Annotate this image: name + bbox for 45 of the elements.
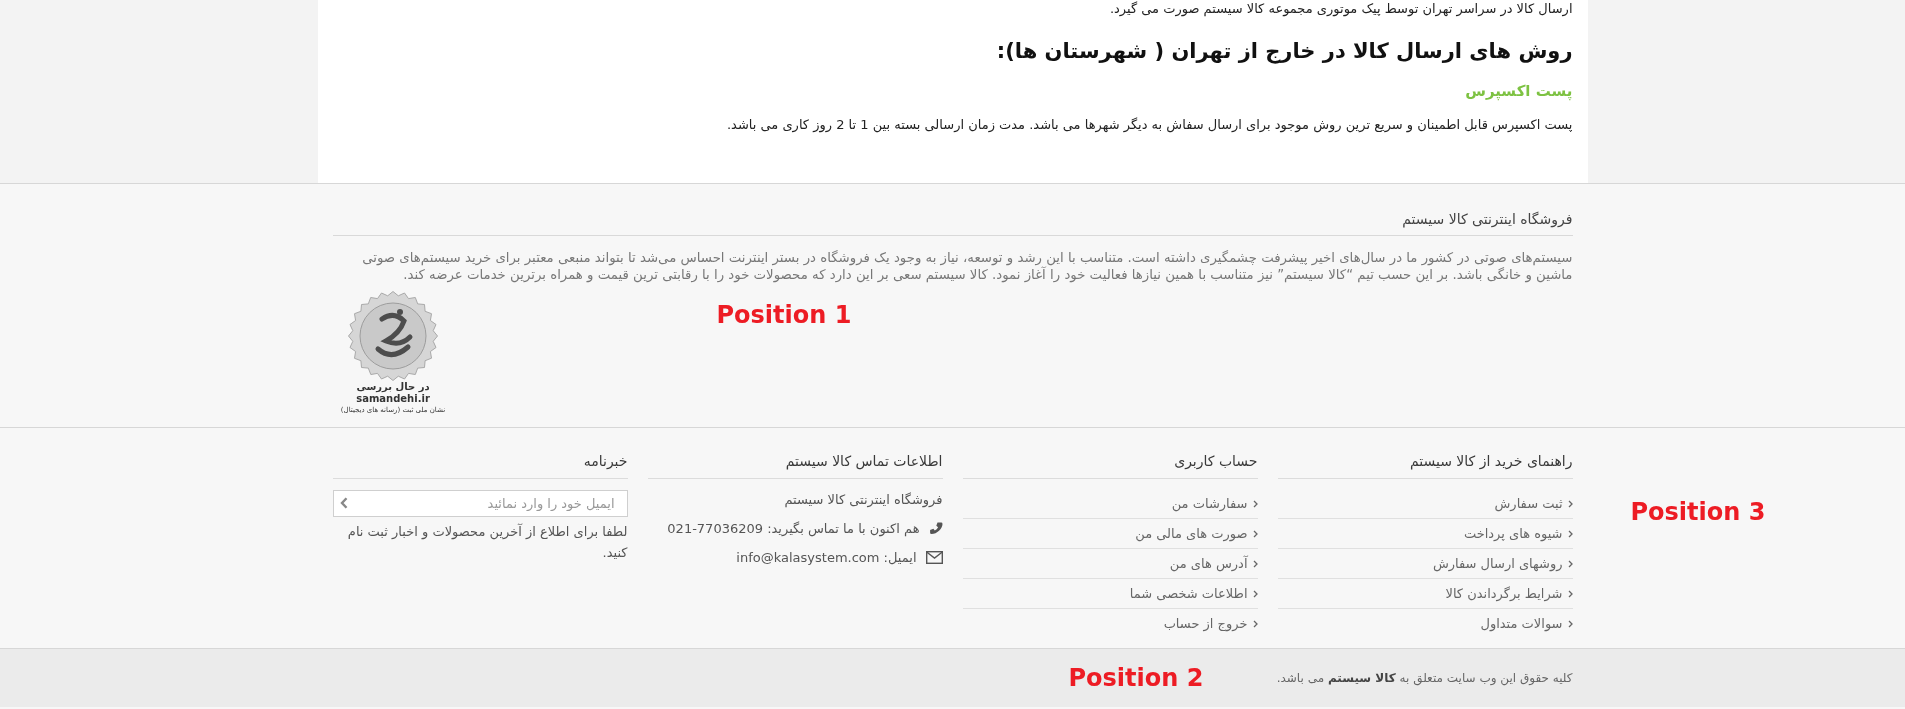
seal-emblem-icon bbox=[348, 291, 438, 381]
position-label: Position 3 bbox=[1630, 498, 1766, 526]
seal-domain-text: samandehi.ir bbox=[356, 393, 430, 405]
envelope-icon bbox=[925, 551, 943, 564]
column-title: حساب کاربری bbox=[1174, 452, 1258, 471]
copyright-text: کلیه حقوق این وب سایت متعلق به کالا سیستم می باشد. bbox=[1276, 670, 1573, 686]
column-title: خبرنامه bbox=[583, 452, 628, 471]
chevron-icon bbox=[1567, 529, 1573, 538]
chevron-icon bbox=[1252, 529, 1258, 538]
submit-button[interactable] bbox=[339, 497, 348, 509]
section-title: فروشگاه اینترنتی کالا سیستم bbox=[1402, 210, 1573, 229]
newsletter-note: لطفا برای اطلاع از آخرین محصولات و اخبار ثبت نام کنید. bbox=[346, 522, 628, 562]
phone-icon bbox=[928, 521, 943, 536]
chevron-icon bbox=[1567, 589, 1573, 598]
body-text: پست اکسپرس قابل اطمینان و سریع ترین روش موجود برای ارسال سفاش به دیگر شهرها می باشد. مدت زمان ارسالی بسته بین 1 تا 2 روز کاری می باشد. bbox=[726, 116, 1573, 135]
seal-status-text: در حال بررسی bbox=[356, 381, 430, 393]
footer-link[interactable]: سوالات متداول bbox=[1480, 614, 1573, 633]
chevron-icon bbox=[1252, 619, 1258, 628]
chevron-icon bbox=[1567, 559, 1573, 568]
chevron-icon bbox=[1252, 559, 1258, 568]
chevron-icon bbox=[1567, 499, 1573, 508]
footer-link[interactable]: شیوه های پرداخت bbox=[1463, 524, 1573, 543]
intro-text: ارسال کالا در سراسر تهران توسط پیک موتوری مجموعه کالا سیستم صورت می گیرد. bbox=[1109, 0, 1573, 17]
column-title: راهنمای خرید از کالا سیستم bbox=[1409, 452, 1573, 471]
footer-link[interactable]: سفارشات من bbox=[1171, 494, 1258, 513]
footer-link[interactable]: آدرس های من bbox=[1169, 554, 1258, 573]
about-text: سیستم‌های صوتی در کشور ما در سال‌های اخیر پیشرفت چشمگیری داشته است. متناسب با این رشد و توسعه، نیاز به وجود یک فروشگاه در بستر اینترنت احساس می‌شد تا بتواند منبعی معتبر برای خرید سیستم‌های صوتی ماشین و خانگی باشد. بر این حسب تیم “کالا سیستم” نیز متناسب با همین نیازها فعالیت خود را آغاز نمود. کالا سیستم سعی بر این دارد که محصولات خود را با رقابتی ترین قیمت و همراه برترین خدمات عرضه کند. bbox=[361, 249, 1573, 283]
position-label: Position 2 bbox=[1068, 664, 1204, 692]
chevron-icon bbox=[1252, 499, 1258, 508]
footer-link[interactable]: ثبت سفارش bbox=[1494, 494, 1573, 513]
contact-text: فروشگاه اینترنتی کالا سیستم bbox=[784, 492, 943, 507]
footer-link[interactable]: خروج از حساب bbox=[1163, 614, 1258, 633]
footer-link[interactable]: اطلاعات شخصی شما bbox=[1129, 584, 1258, 603]
section-heading: روش های ارسال کالا در خارج از تهران ( شهرستان ها): bbox=[996, 38, 1573, 66]
email-text: ایمیل: info@kalasystem.com bbox=[736, 550, 917, 565]
subheading: پست اکسپرس bbox=[1465, 81, 1573, 102]
position-label: Position 1 bbox=[716, 301, 852, 329]
chevron-icon bbox=[1567, 619, 1573, 628]
footer-link[interactable]: روشهای ارسال سفارش bbox=[1432, 554, 1573, 573]
email-field[interactable]: ایمیل خود را وارد نمائید bbox=[332, 490, 628, 517]
footer-link[interactable]: شرایط برگرداندن کالا bbox=[1445, 584, 1573, 603]
chevron-icon bbox=[1252, 589, 1258, 598]
footer-link[interactable]: صورت های مالی من bbox=[1135, 524, 1258, 543]
chevron-icon bbox=[339, 497, 348, 509]
column-title: اطلاعات تماس کالا سیستم bbox=[785, 452, 943, 471]
